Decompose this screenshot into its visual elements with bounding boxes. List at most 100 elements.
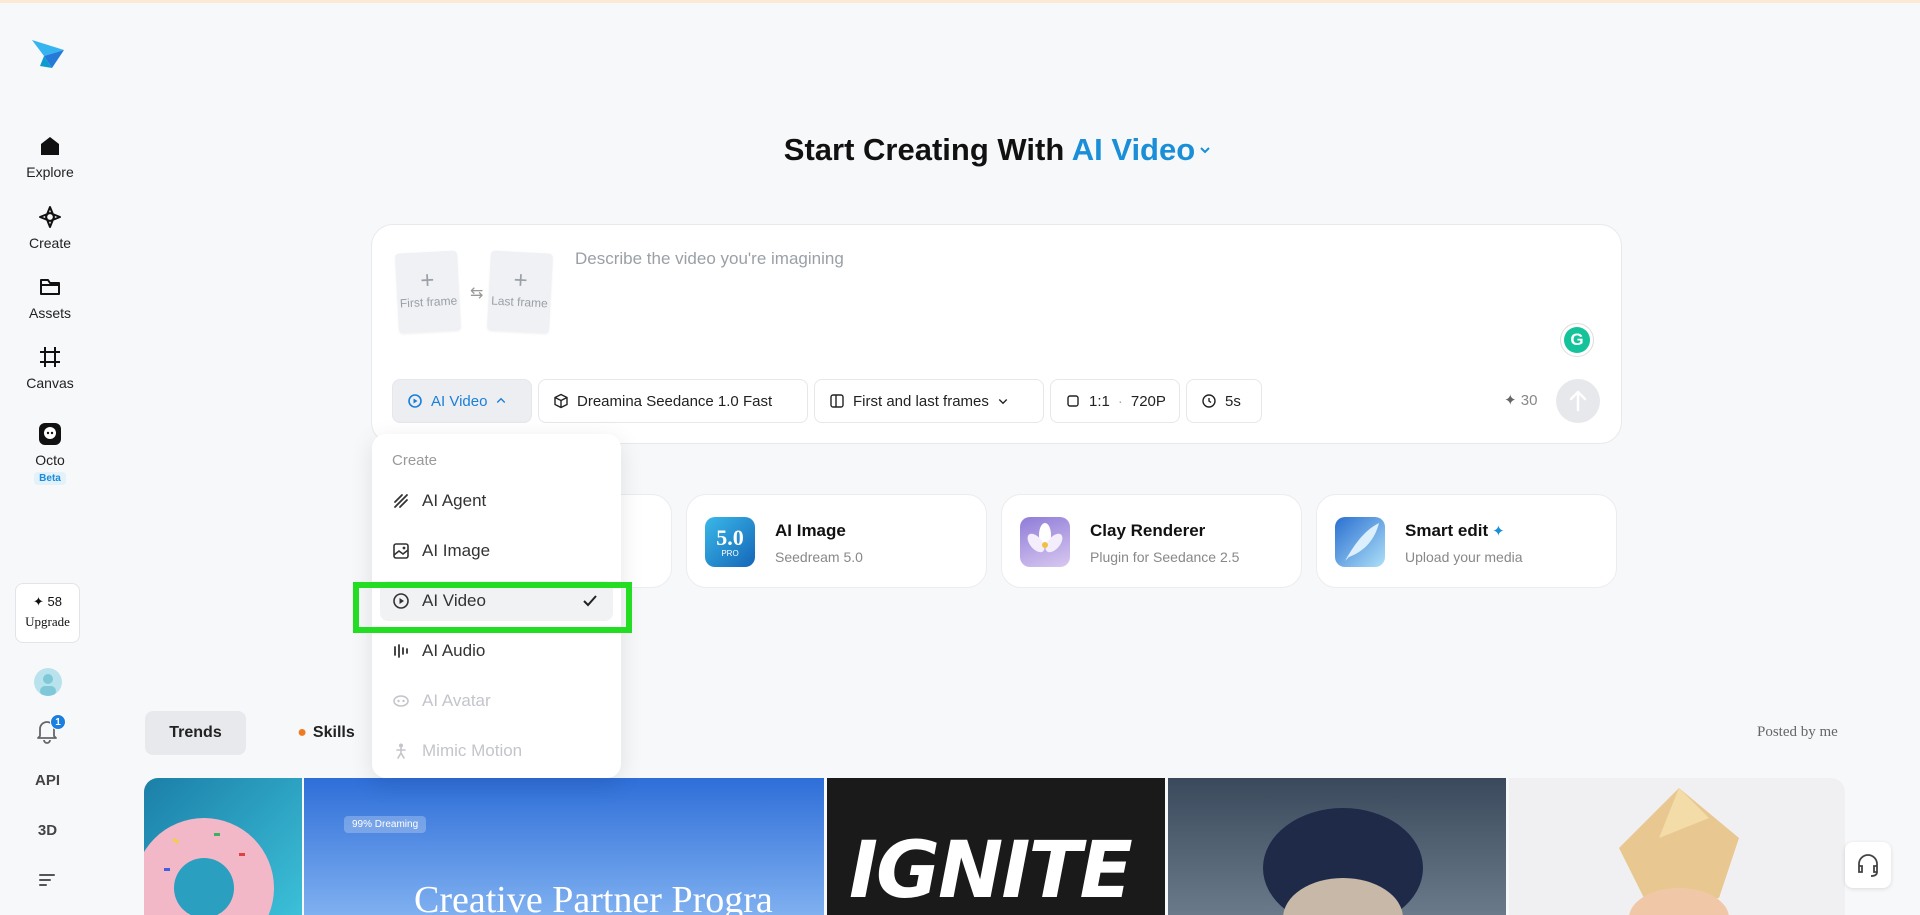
feature-card-smart-edit[interactable]: Smart edit ✦ Upload your media bbox=[1316, 494, 1617, 588]
seedream-version: 5.0 bbox=[716, 525, 744, 550]
octo-icon bbox=[39, 423, 61, 445]
menu-item-label: AI Audio bbox=[422, 641, 486, 660]
3d-link[interactable]: 3D bbox=[0, 822, 95, 839]
duration-button[interactable]: 5s bbox=[1186, 379, 1262, 423]
gallery: 99% Dreaming Creative Partner Progra IGN… bbox=[144, 778, 1845, 915]
dropdown-header: Create bbox=[392, 452, 438, 469]
credit-count: ✦ 58 bbox=[33, 594, 62, 609]
dreamina-logo-icon[interactable] bbox=[30, 36, 66, 72]
chevron-down-icon bbox=[998, 399, 1008, 405]
last-frame-label: Last frame bbox=[490, 293, 549, 311]
prompt-input[interactable]: Describe the video you're imagining bbox=[575, 249, 844, 269]
headset-icon bbox=[1858, 854, 1878, 877]
plus-icon: + bbox=[419, 266, 436, 295]
video-create-icon bbox=[408, 394, 422, 408]
menu-item-ai-agent[interactable]: AI Agent bbox=[380, 481, 613, 521]
menu-item-mimic-motion: Mimic Motion bbox=[380, 731, 613, 771]
mode-select-label: AI Video bbox=[431, 392, 488, 410]
ratio-label: 1:1 bbox=[1089, 392, 1110, 410]
menu-item-label: AI Image bbox=[422, 541, 491, 560]
resolution-label: 720P bbox=[1130, 392, 1166, 410]
gallery-item[interactable] bbox=[144, 778, 302, 915]
origami-figure-icon bbox=[1619, 788, 1739, 915]
tab-skills[interactable]: ● Skills bbox=[276, 711, 376, 755]
sidebar-item-create[interactable]: Create bbox=[0, 205, 100, 251]
send-button[interactable] bbox=[1556, 379, 1600, 423]
menu-item-ai-image[interactable]: AI Image bbox=[380, 531, 613, 571]
feature-card-title: Clay Renderer bbox=[1090, 521, 1206, 540]
feature-card-subtitle: Plugin for Seedance 2.5 bbox=[1090, 549, 1240, 565]
menu-item-label: Mimic Motion bbox=[422, 741, 523, 760]
posted-by-me-filter[interactable]: Posted by me bbox=[1757, 724, 1838, 741]
sidebar-item-label: Octo bbox=[35, 452, 65, 468]
ratio-icon bbox=[1067, 395, 1079, 407]
spark-icon: ✦ bbox=[1504, 392, 1517, 409]
sidebar-item-canvas[interactable]: Canvas bbox=[0, 345, 100, 391]
smart-edit-thumb-icon bbox=[1335, 517, 1385, 567]
help-support-button[interactable] bbox=[1845, 842, 1891, 888]
feature-card-subtitle: Upload your media bbox=[1405, 549, 1523, 565]
sidebar-item-assets[interactable]: Assets bbox=[0, 275, 100, 321]
gallery-item[interactable]: 99% Dreaming Creative Partner Progra bbox=[304, 778, 824, 915]
menu-item-label: AI Agent bbox=[422, 491, 487, 510]
cube-icon bbox=[554, 393, 568, 409]
gallery-item[interactable]: IGNITE bbox=[827, 778, 1165, 915]
feature-card-title-text: Smart edit bbox=[1405, 521, 1489, 540]
last-frame-upload[interactable]: + Last frame bbox=[486, 250, 554, 334]
credits-upgrade-button[interactable]: ✦ 58 Upgrade bbox=[15, 583, 80, 643]
menu-item-label: AI Avatar bbox=[422, 691, 491, 710]
feature-card-clay-renderer[interactable]: Clay Renderer Plugin for Seedance 2.5 bbox=[1001, 494, 1302, 588]
agent-icon bbox=[394, 494, 408, 508]
frames-mode-label: First and last frames bbox=[853, 392, 989, 410]
frames-icon bbox=[830, 394, 844, 408]
model-select-label: Dreamina Seedance 1.0 Fast bbox=[577, 392, 773, 410]
grammarly-button[interactable]: G bbox=[1560, 323, 1594, 357]
upgrade-label: Upgrade bbox=[25, 614, 70, 629]
image-icon bbox=[393, 543, 409, 559]
sidebar-item-label: Canvas bbox=[26, 375, 74, 391]
flower-icon bbox=[1027, 523, 1063, 553]
menu-item-ai-audio[interactable]: AI Audio bbox=[380, 631, 613, 671]
ratio-resolution-button[interactable]: 1:1 · 720P bbox=[1050, 379, 1180, 423]
mode-select-button[interactable]: AI Video bbox=[392, 379, 532, 423]
credit-cost: ✦ 30 bbox=[1504, 391, 1537, 409]
sidebar-item-label: Create bbox=[28, 235, 72, 251]
sidebar-item-octo[interactable]: Octo Beta bbox=[0, 422, 100, 485]
model-select-button[interactable]: Dreamina Seedance 1.0 Fast bbox=[538, 379, 808, 423]
tab-label: Trends bbox=[169, 724, 222, 741]
feature-card-subtitle: Seedream 5.0 bbox=[775, 549, 863, 565]
portrait-image-icon bbox=[1263, 808, 1423, 915]
tab-trends[interactable]: Trends bbox=[145, 711, 246, 755]
gallery-item[interactable] bbox=[1168, 778, 1506, 915]
seedream-thumb-icon: 5.0 PRO bbox=[705, 517, 755, 567]
sparkle-diamond-icon bbox=[39, 206, 61, 228]
credit-cost-value: 30 bbox=[1520, 392, 1538, 409]
prompt-card: + First frame ⇆ + Last frame Describe th… bbox=[371, 224, 1622, 444]
menu-icon[interactable] bbox=[38, 872, 56, 888]
fire-icon: ● bbox=[297, 724, 307, 741]
chevron-down-icon bbox=[1200, 147, 1210, 154]
donut-image-icon bbox=[144, 818, 274, 915]
separator-dot: · bbox=[1117, 392, 1123, 410]
arrow-up-icon bbox=[1569, 390, 1587, 412]
avatar[interactable] bbox=[34, 668, 62, 696]
frames-mode-select-button[interactable]: First and last frames bbox=[814, 379, 1044, 423]
seedream-pro: PRO bbox=[721, 549, 739, 558]
feature-card-ai-image[interactable]: 5.0 PRO AI Image Seedream 5.0 bbox=[686, 494, 987, 588]
first-frame-upload[interactable]: + First frame bbox=[394, 250, 462, 334]
mode-switcher-label: AI Video bbox=[1071, 132, 1196, 167]
feature-card-title: AI Image bbox=[775, 521, 846, 540]
folder-icon bbox=[40, 279, 60, 295]
beta-badge: Beta bbox=[34, 472, 66, 485]
sidebar-item-label: Assets bbox=[28, 305, 71, 321]
sparkle-icon: ✦ bbox=[1492, 523, 1505, 540]
duration-label: 5s bbox=[1225, 392, 1241, 410]
plus-icon: + bbox=[512, 266, 529, 295]
swap-icon[interactable]: ⇆ bbox=[470, 283, 483, 303]
ignite-text: IGNITE bbox=[849, 826, 1133, 915]
clay-renderer-thumb-icon bbox=[1020, 517, 1070, 567]
avatar-icon bbox=[40, 674, 56, 696]
mode-switcher[interactable]: AI Video bbox=[1072, 132, 1211, 167]
api-link[interactable]: API bbox=[0, 772, 95, 789]
gallery-item[interactable] bbox=[1509, 778, 1845, 915]
